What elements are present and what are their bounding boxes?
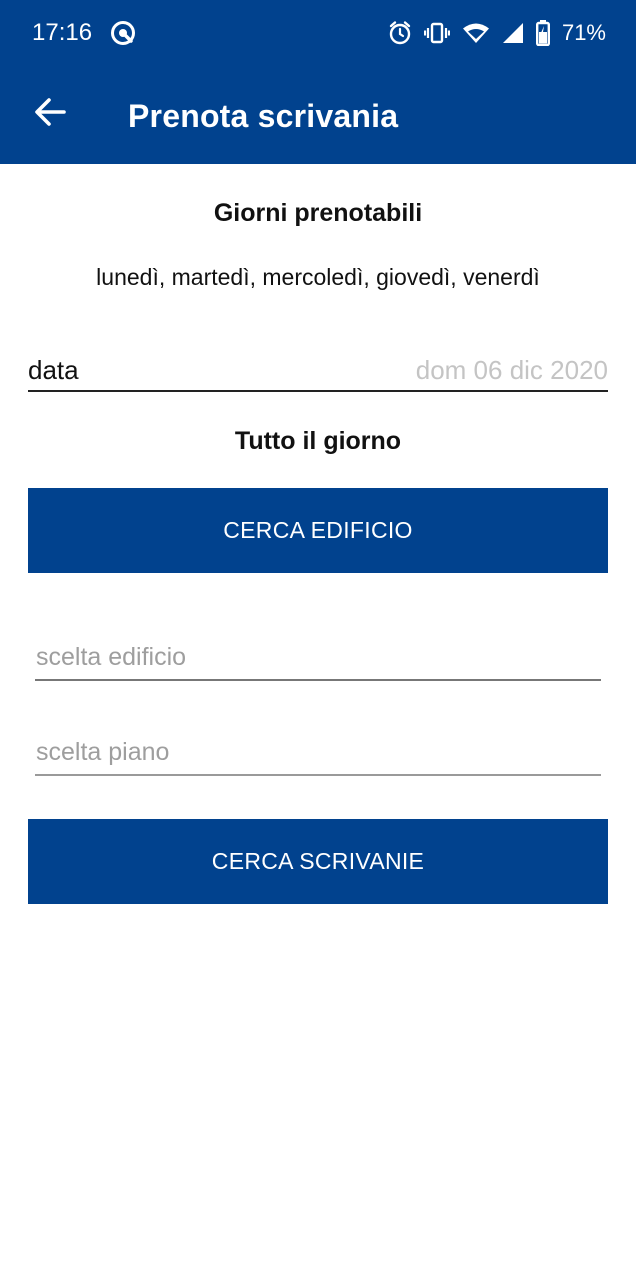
alarm-icon [388,20,412,46]
date-label: data [28,355,79,385]
floor-select-placeholder: scelta piano [36,738,170,766]
page-title: Prenota scrivania [128,98,399,134]
battery-charging-icon [535,20,550,46]
date-picker-field[interactable]: data dom 06 dic 2020 [28,350,608,392]
search-desks-button[interactable]: CERCA SCRIVANIE [28,819,608,904]
status-icons: 71% [388,18,606,48]
status-time: 17:16 [32,19,93,46]
arrow-left-icon [34,97,66,132]
app-bar: Prenota scrivania [0,68,636,164]
back-button[interactable] [28,92,72,136]
status-bar: 17:16 71% [0,0,636,68]
search-building-button[interactable]: CERCA EDIFICIO [28,488,608,573]
vpn-key-icon [110,20,136,46]
time-slot-label: Tutto il giorno [234,427,402,455]
bookable-days-title: Giorni prenotabili [213,199,423,227]
building-select-placeholder: scelta edificio [36,643,187,671]
wifi-icon [462,22,490,44]
bookable-days-list: lunedì, martedì, mercoledì, giovedì, ven… [96,264,540,290]
vibrate-icon [423,21,450,45]
signal-icon [502,22,524,44]
floor-select[interactable]: scelta piano [35,730,601,776]
battery-percentage: 71% [561,20,606,45]
date-value[interactable]: dom 06 dic 2020 [416,354,608,386]
building-select[interactable]: scelta edificio [35,635,601,681]
